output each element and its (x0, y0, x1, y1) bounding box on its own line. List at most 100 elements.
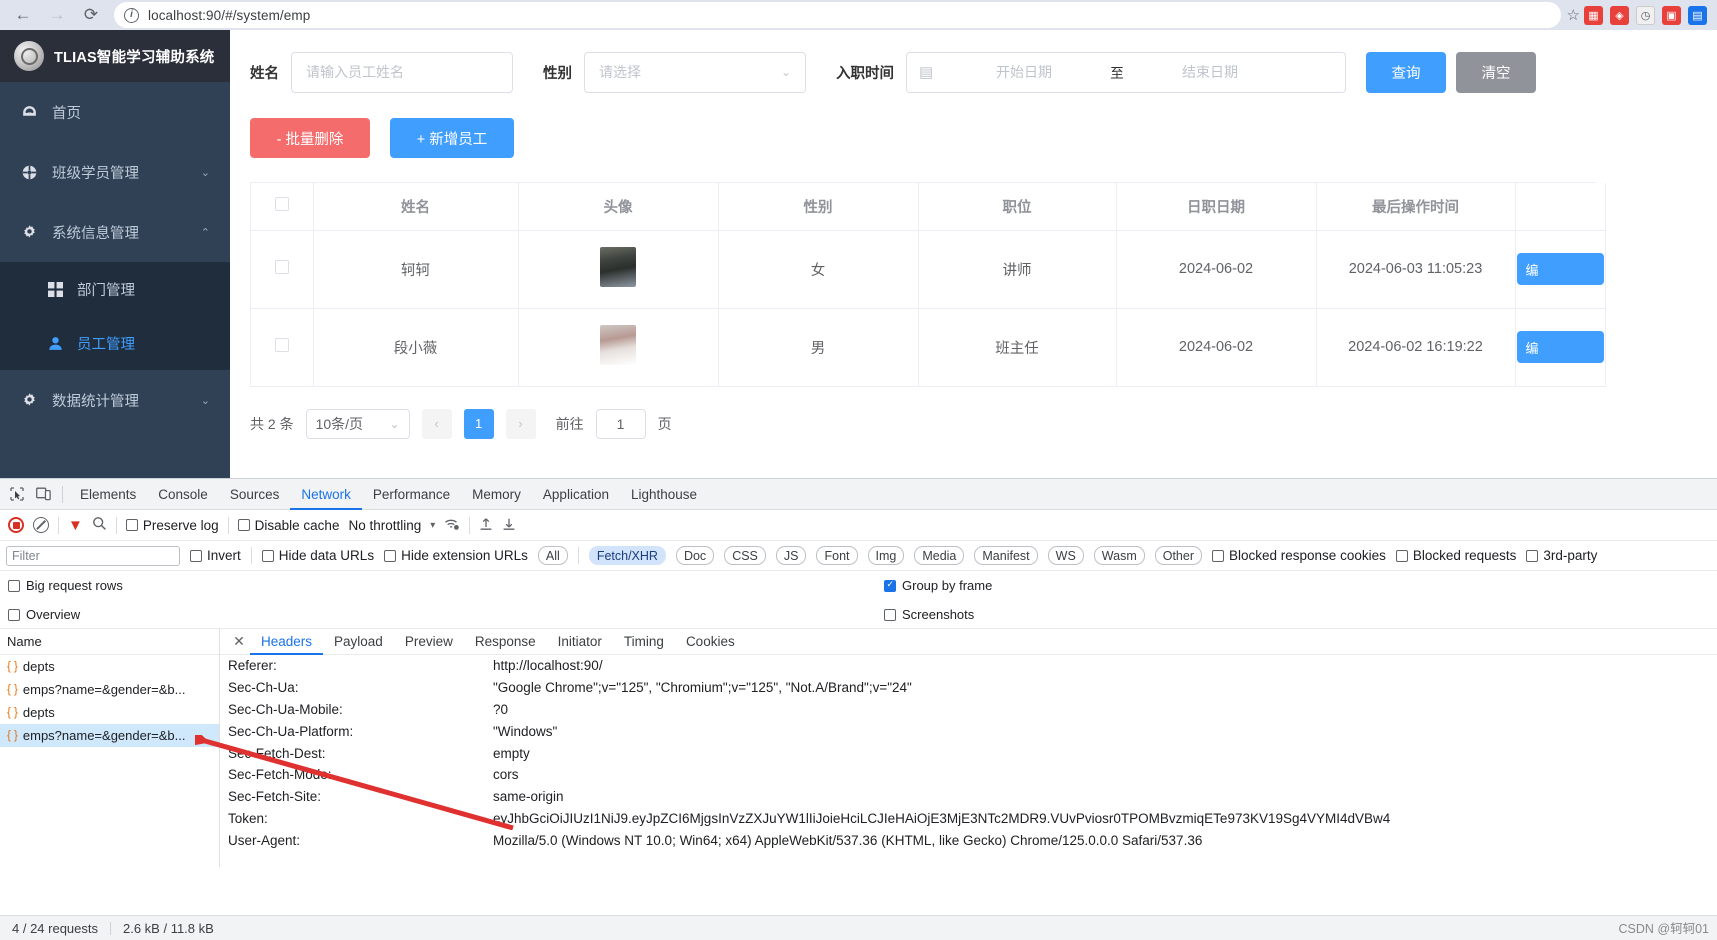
type-filter-manifest[interactable]: Manifest (974, 546, 1038, 565)
tab-console[interactable]: Console (147, 479, 219, 510)
clear-button[interactable]: 清空 (1456, 51, 1536, 93)
tab-network[interactable]: Network (290, 479, 362, 510)
type-filter-other[interactable]: Other (1154, 546, 1202, 565)
sidebar-item-employee-management[interactable]: 员工管理 (0, 316, 230, 370)
query-button[interactable]: 查询 (1366, 51, 1446, 93)
overview-checkbox[interactable]: Overview (8, 607, 80, 622)
type-filter-wasm[interactable]: Wasm (1093, 546, 1145, 565)
type-filter-font[interactable]: Font (816, 546, 858, 565)
screenshots-checkbox[interactable]: Screenshots (884, 607, 974, 622)
preserve-log-checkbox[interactable]: Preserve log (125, 518, 219, 533)
sidebar-item-class-student[interactable]: 班级学员管理 ⌄ (0, 142, 230, 202)
sidebar-item-data-statistics[interactable]: 数据统计管理 ⌄ (0, 370, 230, 430)
edit-button[interactable]: 编 (1516, 253, 1604, 285)
throttling-select[interactable]: No throttling (348, 518, 421, 533)
edit-button[interactable]: 编 (1516, 331, 1604, 363)
detail-tab-response[interactable]: Response (464, 629, 547, 655)
sidebar-item-home[interactable]: 首页 (0, 82, 230, 142)
close-icon[interactable]: ✕ (228, 633, 250, 650)
request-row-emps-1[interactable]: { } emps?name=&gender=&b... (0, 678, 219, 701)
gender-select[interactable]: 请选择 ⌄ (584, 51, 806, 93)
site-info-icon[interactable]: i (124, 7, 139, 23)
clear-icon[interactable] (33, 517, 49, 533)
sidebar-item-label: 系统信息管理 (52, 225, 139, 242)
filter-icon[interactable]: ▼ (68, 517, 83, 534)
address-bar[interactable]: i localhost:90/#/system/emp (114, 2, 1561, 28)
tab-sources[interactable]: Sources (219, 479, 291, 510)
big-request-rows-checkbox[interactable]: Big request rows (8, 578, 123, 593)
detail-tab-initiator[interactable]: Initiator (547, 629, 613, 655)
prev-page-button[interactable]: ‹ (421, 408, 452, 439)
group-by-frame-checkbox[interactable]: Group by frame (884, 578, 992, 593)
request-row-depts-1[interactable]: { } depts (0, 655, 219, 678)
extension-icon-4[interactable]: ▣ (1662, 5, 1681, 25)
network-conditions-icon[interactable] (444, 517, 460, 534)
action-buttons: - 批量删除 + 新增员工 (250, 118, 1717, 158)
detail-tabbar: ✕ Headers Payload Preview Response Initi… (220, 629, 1717, 655)
page-size-select[interactable]: 10条/页 ⌄ (305, 408, 410, 439)
column-header-hire-date: 日职日期 (1116, 183, 1317, 231)
request-row-depts-2[interactable]: { } depts (0, 701, 219, 724)
detail-tab-timing[interactable]: Timing (613, 629, 675, 655)
chevron-down-icon[interactable]: ▾ (430, 520, 435, 531)
detail-tab-payload[interactable]: Payload (323, 629, 394, 655)
invert-checkbox[interactable]: Invert (190, 548, 241, 563)
row-checkbox[interactable] (274, 338, 289, 352)
import-har-icon[interactable] (479, 517, 493, 534)
detail-tab-preview[interactable]: Preview (394, 629, 464, 655)
batch-delete-button[interactable]: - 批量删除 (250, 118, 370, 158)
extension-icon-5[interactable]: ▤ (1688, 5, 1707, 25)
search-icon[interactable] (92, 516, 107, 534)
type-filter-fetch-xhr[interactable]: Fetch/XHR (588, 546, 666, 565)
tab-memory[interactable]: Memory (461, 479, 532, 510)
checkbox-box (261, 549, 274, 562)
search-input[interactable]: 请输入员工姓名 (291, 51, 513, 93)
request-row-emps-2[interactable]: { } emps?name=&gender=&b... (0, 724, 219, 747)
back-icon[interactable]: ← (6, 2, 40, 28)
sidebar-item-dept-management[interactable]: 部门管理 (0, 262, 230, 316)
url-text: localhost:90/#/system/emp (148, 7, 311, 23)
extension-icon-1[interactable]: ▦ (1584, 5, 1603, 25)
blocked-response-cookies-checkbox[interactable]: Blocked response cookies (1212, 548, 1386, 563)
device-toolbar-icon[interactable] (30, 482, 56, 506)
record-icon[interactable] (8, 517, 24, 533)
page-number-1[interactable]: 1 (463, 408, 494, 439)
sidebar-item-system-info[interactable]: 系统信息管理 ⌃ (0, 202, 230, 262)
table-row[interactable]: 段小薇 男 班主任 2024-06-02 2024-06-02 16:19:22… (251, 308, 1606, 387)
disable-cache-checkbox[interactable]: Disable cache (237, 518, 339, 533)
date-range-picker[interactable]: ▤ 开始日期 至 结束日期 (906, 51, 1346, 93)
inspect-icon[interactable] (4, 482, 30, 506)
blocked-requests-checkbox[interactable]: Blocked requests (1395, 548, 1516, 563)
row-checkbox[interactable] (274, 260, 289, 274)
forward-icon[interactable]: → (40, 2, 74, 28)
type-filter-js[interactable]: JS (775, 546, 807, 565)
tab-application[interactable]: Application (532, 479, 620, 510)
reload-icon[interactable]: ⟳ (74, 2, 108, 28)
detail-tab-headers[interactable]: Headers (250, 629, 323, 655)
tab-lighthouse[interactable]: Lighthouse (620, 479, 708, 510)
star-icon[interactable]: ☆ (1567, 6, 1580, 24)
header-value: http://localhost:90/ (493, 658, 603, 674)
goto-page-input[interactable]: 1 (595, 408, 646, 439)
add-employee-button[interactable]: + 新增员工 (390, 118, 514, 158)
detail-tab-cookies[interactable]: Cookies (675, 629, 746, 655)
tab-performance[interactable]: Performance (362, 479, 461, 510)
tab-elements[interactable]: Elements (69, 479, 147, 510)
header-row: Sec-Fetch-Site: same-origin (220, 786, 1717, 808)
type-filter-img[interactable]: Img (867, 546, 905, 565)
extension-icon-2[interactable]: ◈ (1610, 5, 1629, 25)
table-row[interactable]: 轲轲 女 讲师 2024-06-02 2024-06-03 11:05:23 编 (251, 230, 1606, 309)
filter-input[interactable]: Filter (6, 545, 180, 566)
next-page-button[interactable]: › (505, 408, 536, 439)
extension-icon-3[interactable]: ◷ (1636, 5, 1655, 25)
type-filter-css[interactable]: CSS (724, 546, 766, 565)
type-filter-doc[interactable]: Doc (675, 546, 715, 565)
hide-data-urls-checkbox[interactable]: Hide data URLs (261, 548, 374, 563)
type-filter-all[interactable]: All (537, 546, 568, 565)
select-all-checkbox[interactable] (274, 197, 289, 212)
hide-extension-urls-checkbox[interactable]: Hide extension URLs (384, 548, 528, 563)
type-filter-ws[interactable]: WS (1047, 546, 1084, 565)
export-har-icon[interactable] (502, 517, 516, 534)
third-party-checkbox[interactable]: 3rd-party (1526, 548, 1597, 563)
type-filter-media[interactable]: Media (914, 546, 965, 565)
